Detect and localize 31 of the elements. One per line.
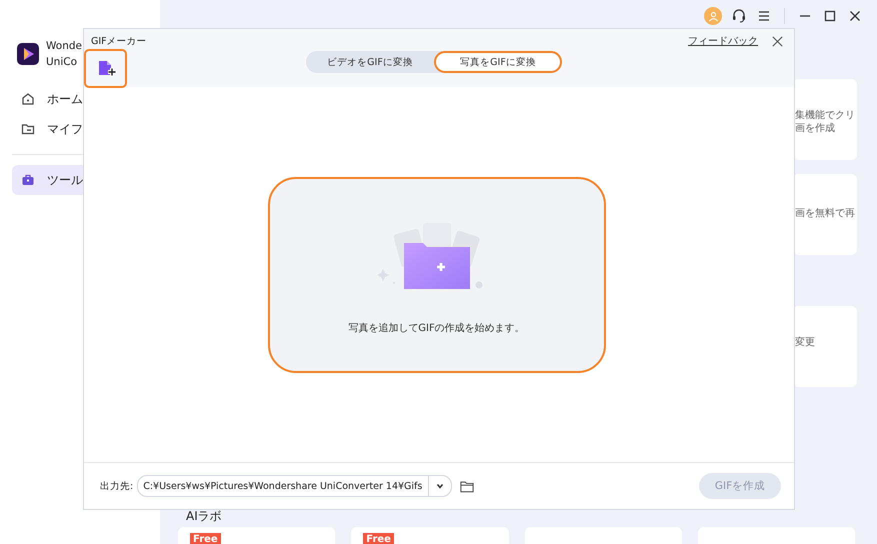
feedback-link[interactable]: フィードバック	[688, 34, 758, 48]
dialog-title: GIFメーカー	[91, 34, 147, 48]
folder-icon	[21, 122, 35, 136]
headset-icon[interactable]	[731, 8, 747, 24]
card-text: 画を作成	[795, 122, 836, 135]
output-path-dropdown[interactable]: C:¥Users¥ws¥Pictures¥Wondershare UniConverter 14¥Gifs	[137, 475, 452, 497]
drop-zone[interactable]: 写真を追加してGIFの作成を始めます。	[268, 177, 606, 373]
mode-tab[interactable]: 写真をGIFに変換	[434, 51, 562, 73]
tool-card[interactable]: 変更	[793, 306, 857, 387]
tool-card[interactable]: 画を無料で再	[793, 174, 857, 255]
free-badge: Free	[363, 533, 394, 544]
app-name: UniCo	[46, 55, 78, 70]
drop-hint: 写真を追加してGIFの作成を始めます。	[348, 322, 525, 335]
close-icon[interactable]	[771, 34, 784, 48]
card-text: 変更	[795, 336, 816, 349]
mode-tab[interactable]: ビデオをGIFに変換	[306, 51, 434, 73]
sidebar-item[interactable]: マイフ	[12, 114, 148, 144]
tool-card[interactable]: 集機能でクリ 画を作成	[793, 79, 857, 160]
card-text: 集機能でクリ	[795, 109, 856, 122]
card-text: 画を無料で再	[795, 207, 856, 220]
folder-icon[interactable]	[460, 480, 474, 492]
output-label: 出力先:	[100, 480, 134, 492]
free-badge: Free	[190, 533, 221, 544]
home-icon	[21, 92, 35, 106]
app-logo-icon	[17, 43, 39, 65]
app-name: Wonde	[46, 39, 82, 54]
maximize-icon[interactable]	[822, 8, 838, 24]
sidebar-item[interactable]: ホーム	[12, 84, 148, 114]
add-file-button[interactable]	[84, 49, 127, 88]
section-heading: AIラボ	[186, 508, 222, 525]
toolbox-icon	[21, 173, 35, 187]
